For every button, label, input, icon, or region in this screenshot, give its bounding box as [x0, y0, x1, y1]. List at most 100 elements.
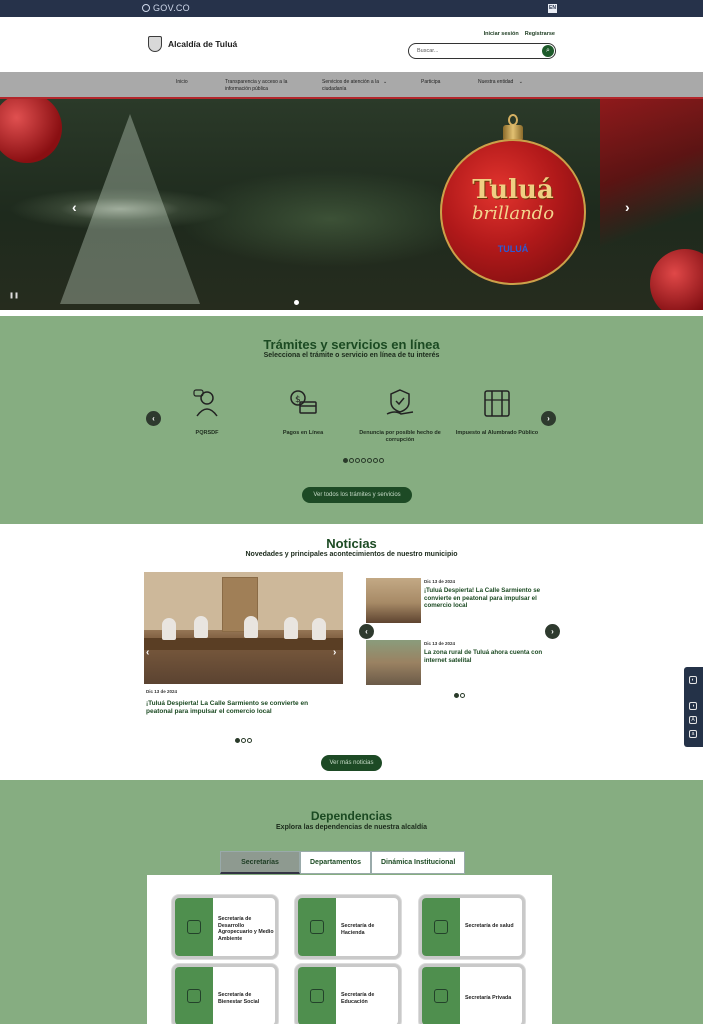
- language-toggle[interactable]: EN: [548, 4, 557, 13]
- chevron-left-icon[interactable]: ‹: [359, 624, 374, 639]
- featured-news-image[interactable]: [144, 572, 343, 684]
- chevron-left-icon[interactable]: ‹: [146, 411, 161, 426]
- register-link[interactable]: Registrarse: [525, 31, 555, 37]
- nav-item-participa[interactable]: Participa: [421, 79, 440, 86]
- photo-person: [194, 616, 208, 638]
- online-payment-icon: $: [288, 388, 318, 418]
- education-icon: [310, 989, 324, 1003]
- carousel-dot[interactable]: [294, 300, 299, 305]
- dependency-card[interactable]: Secretaría de salud: [419, 895, 525, 959]
- social-welfare-icon: [187, 989, 201, 1003]
- carousel-dot[interactable]: [343, 458, 348, 463]
- font-increase-icon[interactable]: A: [689, 716, 697, 724]
- carousel-dot[interactable]: [361, 458, 366, 463]
- carousel-dot[interactable]: [460, 693, 465, 698]
- auth-links: Iniciar sesión Registrarse: [484, 31, 555, 37]
- service-item-denuncia[interactable]: Denuncia por posible hecho de corrupción: [355, 388, 445, 444]
- chevron-left-icon[interactable]: ‹: [146, 647, 149, 658]
- brand-name: Alcaldía de Tuluá: [168, 39, 238, 49]
- card-icon-band: [175, 898, 213, 956]
- nav-item-inicio[interactable]: Inicio: [176, 79, 188, 86]
- side-news-dots: [454, 693, 465, 698]
- section-title: Trámites y servicios en línea: [263, 337, 440, 352]
- coat-of-arms-icon: [148, 36, 162, 52]
- carousel-dot[interactable]: [367, 458, 372, 463]
- photo-person: [284, 617, 298, 639]
- service-item-pqrsdf[interactable]: PQRSDF: [162, 388, 252, 437]
- card-icon-band: [422, 898, 460, 956]
- dependency-card[interactable]: Secretaría de Desarrollo Agropecuario y …: [172, 895, 278, 959]
- dependency-card[interactable]: Secretaría de Hacienda: [295, 895, 401, 959]
- carousel-dot[interactable]: [454, 693, 459, 698]
- carousel-dot[interactable]: [379, 458, 384, 463]
- chevron-right-icon[interactable]: ›: [545, 624, 560, 639]
- hero-carousel[interactable]: Tuluá brillando TULUÁ ‹ › ❚❚: [0, 99, 703, 310]
- service-item-pagos[interactable]: $ Pagos en Línea: [258, 388, 348, 437]
- accessibility-icon[interactable]: ◐: [689, 676, 697, 684]
- tab-secretarias[interactable]: Secretarías: [220, 851, 300, 874]
- nav-item-label: Transparencia y acceso a la información …: [225, 79, 288, 92]
- main-nav: Inicio Transparencia y acceso a la infor…: [0, 72, 703, 99]
- section-title: Dependencias: [310, 809, 393, 823]
- street-light-icon: [482, 388, 512, 418]
- service-label: Pagos en Línea: [282, 430, 324, 436]
- news-thumbnail[interactable]: [366, 578, 421, 623]
- nav-item-label: Servicios de atención a la ciudadanía: [322, 79, 379, 92]
- nav-item-label: Inicio: [176, 79, 188, 85]
- service-label: Impuesto al Alumbrado Público: [455, 430, 539, 436]
- carousel-dot[interactable]: [373, 458, 378, 463]
- carousel-dot[interactable]: [349, 458, 354, 463]
- dependency-card[interactable]: Secretaría de Educación: [295, 964, 401, 1024]
- photo-person: [162, 618, 176, 640]
- government-building-icon: [434, 989, 448, 1003]
- chevron-right-icon[interactable]: ›: [541, 411, 556, 426]
- dependencias-section: Dependencias Explora las dependencias de…: [0, 780, 703, 1024]
- all-tramites-button[interactable]: Ver todos los trámites y servicios: [302, 487, 412, 503]
- dependency-label: Secretaría de Hacienda: [341, 923, 375, 936]
- font-decrease-icon[interactable]: a: [689, 730, 697, 738]
- chevron-right-icon[interactable]: ›: [333, 647, 336, 658]
- dependency-label: Secretaría de Educación: [341, 992, 375, 1005]
- search-icon[interactable]: ⌕: [542, 45, 554, 57]
- dependency-label: Secretaría de Bienestar Social: [218, 992, 260, 1005]
- chevron-left-icon[interactable]: ‹: [72, 199, 77, 215]
- chevron-down-icon: ⌄: [383, 79, 388, 85]
- chevron-right-icon[interactable]: ›: [625, 199, 630, 215]
- news-title[interactable]: ¡Tuluá Despierta! La Calle Sarmiento se …: [424, 587, 554, 610]
- tramites-section: Trámites y servicios en línea Selecciona…: [0, 316, 703, 524]
- dependencias-tabs: Secretarías Departamentos Dinámica Insti…: [220, 851, 466, 874]
- news-date: Dic 13 de 2024: [424, 579, 456, 584]
- dependency-card[interactable]: Secretaría Privada: [419, 964, 525, 1024]
- login-link[interactable]: Iniciar sesión: [484, 31, 519, 37]
- site-header: Alcaldía de Tuluá Iniciar sesión Registr…: [0, 17, 703, 72]
- brand[interactable]: Alcaldía de Tuluá: [148, 36, 237, 52]
- tab-departamentos[interactable]: Departamentos: [300, 851, 371, 874]
- carousel-dots: [343, 458, 384, 463]
- pause-icon[interactable]: ❚❚: [9, 292, 19, 299]
- dependency-label: Secretaría de Desarrollo Agropecuario y …: [218, 916, 274, 942]
- news-title[interactable]: La zona rural de Tuluá ahora cuenta con …: [424, 649, 554, 664]
- featured-news-title[interactable]: ¡Tuluá Despierta! La Calle Sarmiento se …: [146, 700, 336, 716]
- news-section: Noticias Novedades y principales acontec…: [0, 524, 703, 780]
- govco-logo[interactable]: GOV.CO: [142, 3, 190, 13]
- dependency-card[interactable]: Secretaría de Bienestar Social: [172, 964, 278, 1024]
- contrast-icon[interactable]: ◑: [689, 702, 697, 710]
- carousel-dot[interactable]: [235, 738, 240, 743]
- service-item-alumbrado[interactable]: Impuesto al Alumbrado Público: [452, 388, 542, 437]
- nav-item-transparencia[interactable]: Transparencia y acceso a la información …: [225, 79, 297, 93]
- carousel-dot[interactable]: [355, 458, 360, 463]
- search-input[interactable]: Buscar... ⌕: [408, 43, 556, 59]
- search-placeholder: Buscar...: [417, 48, 439, 54]
- dependency-label: Secretaría Privada: [465, 995, 512, 1001]
- carousel-dot[interactable]: [241, 738, 246, 743]
- tab-dinamica-institucional[interactable]: Dinámica Institucional: [370, 851, 466, 874]
- nav-item-nuestra-entidad[interactable]: Nuestra entidad ⌄: [478, 79, 523, 86]
- carousel-dot[interactable]: [247, 738, 252, 743]
- section-title: Noticias: [326, 536, 377, 551]
- section-subtitle: Explora las dependencias de nuestra alca…: [276, 824, 427, 831]
- news-thumbnail[interactable]: [366, 640, 421, 685]
- hero-subtitle: brillando: [471, 203, 555, 224]
- featured-news-date: Dic 13 de 2024: [146, 689, 178, 694]
- hero-brand-tag: TULUÁ: [497, 244, 529, 254]
- more-news-button[interactable]: Ver más noticias: [321, 755, 382, 771]
